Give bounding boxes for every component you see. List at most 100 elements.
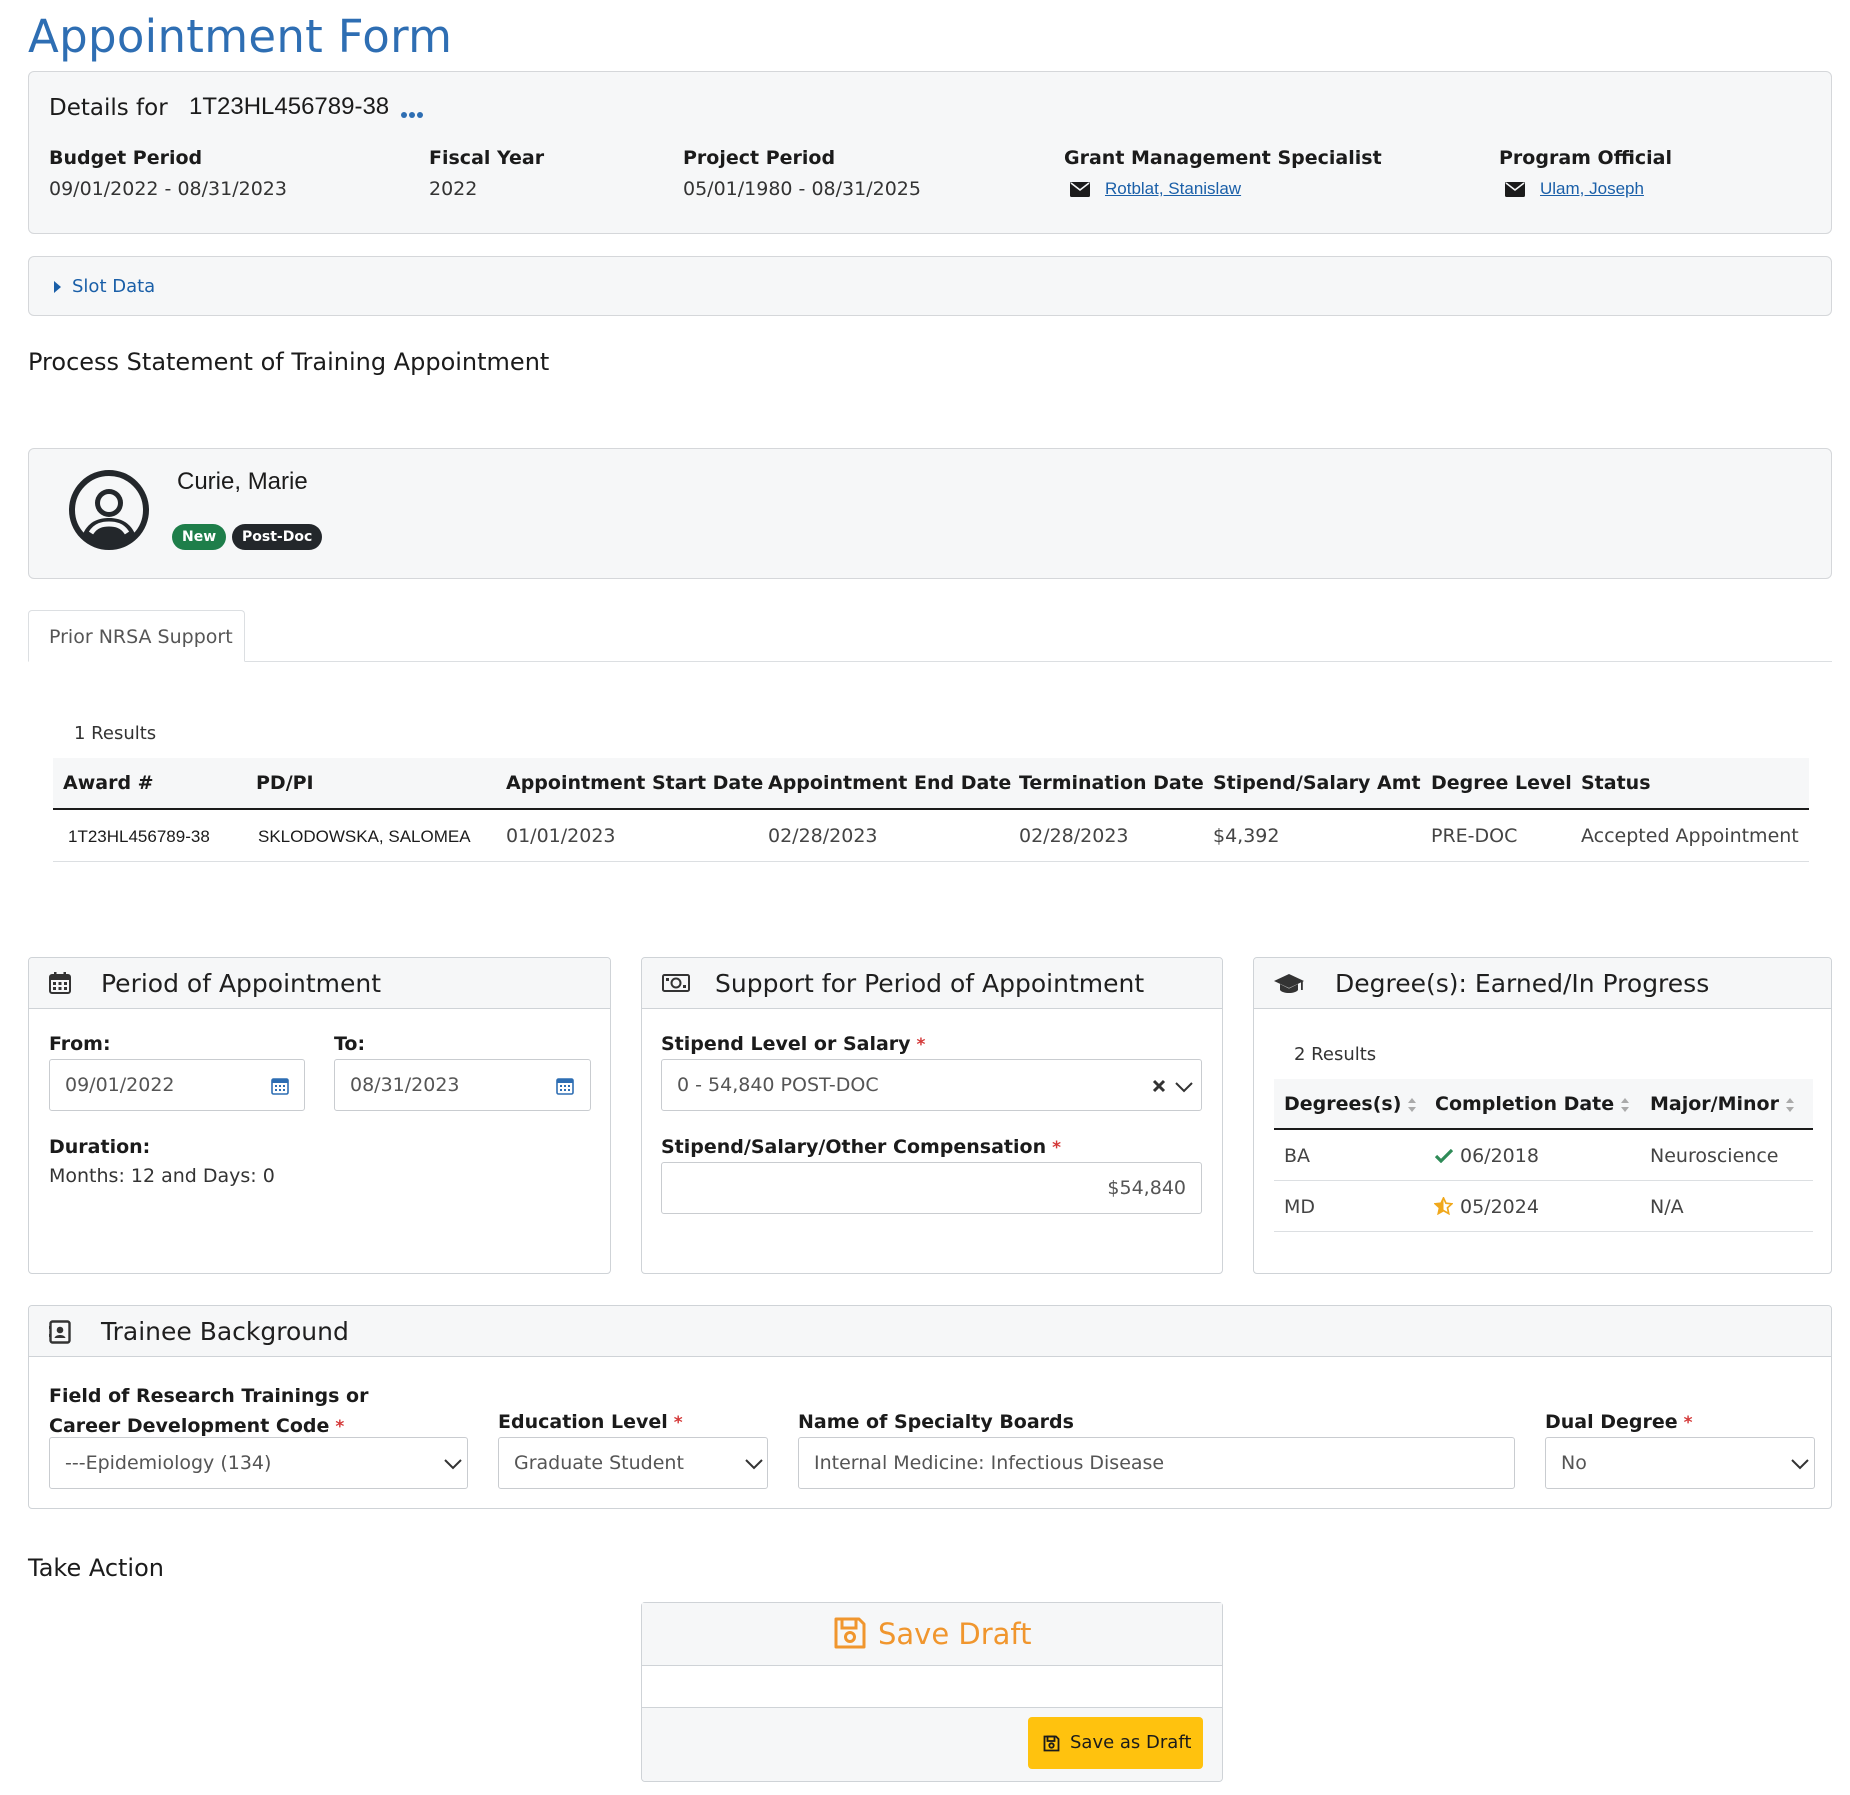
chevron-down-icon[interactable]	[745, 1457, 763, 1470]
gms-link[interactable]: Rotblat, Stanislaw	[1105, 179, 1241, 199]
table-row: MD 05/2024 N/A	[1274, 1181, 1813, 1232]
background-title: Trainee Background	[101, 1317, 349, 1346]
degrees-title: Degree(s): Earned/In Progress	[1335, 969, 1710, 998]
degrees-results-count: 2 Results	[1294, 1044, 1377, 1065]
from-date-value: 09/01/2022	[65, 1074, 175, 1096]
dual-degree-label: Dual Degree *	[1545, 1411, 1693, 1433]
envelope-icon	[1070, 182, 1090, 197]
clear-icon[interactable]	[1152, 1079, 1166, 1093]
check-icon	[1434, 1148, 1454, 1164]
slot-data-panel[interactable]: Slot Data	[28, 256, 1832, 316]
col-completion-date[interactable]: Completion Date	[1435, 1093, 1630, 1115]
cell-stipend: $4,392	[1213, 825, 1280, 847]
col-degree-level: Degree Level	[1431, 772, 1572, 794]
floppy-disk-icon	[833, 1616, 867, 1650]
col-award: Award #	[63, 772, 154, 794]
slot-data-toggle[interactable]: Slot Data	[72, 276, 155, 297]
compensation-label: Stipend/Salary/Other Compensation *	[661, 1136, 1062, 1158]
sort-icon	[1408, 1097, 1417, 1112]
cell-major: Neuroscience	[1650, 1145, 1779, 1167]
calendar-icon	[49, 972, 71, 994]
duration-label: Duration:	[49, 1136, 151, 1158]
program-official-link[interactable]: Ulam, Joseph	[1540, 179, 1644, 199]
to-label: To:	[334, 1033, 366, 1055]
compensation-input[interactable]: $54,840	[661, 1162, 1202, 1214]
cell-completion-date: 05/2024	[1460, 1196, 1539, 1218]
degrees-table: Degrees(s) Completion Date Major/Minor B…	[1274, 1079, 1813, 1232]
program-official-label: Program Official	[1499, 147, 1673, 169]
details-label: Details for	[49, 95, 168, 121]
save-draft-panel: Save Draft Save as Draft	[641, 1602, 1223, 1782]
project-period-label: Project Period	[683, 147, 836, 169]
from-label: From:	[49, 1033, 111, 1055]
take-action-heading: Take Action	[28, 1554, 164, 1582]
status-badge-postdoc: Post-Doc	[232, 524, 323, 550]
contact-card-icon	[49, 1320, 71, 1344]
grant-id: 1T23HL456789-38	[189, 93, 390, 120]
table-row: BA 06/2018 Neuroscience	[1274, 1130, 1813, 1181]
status-badge-new: New	[172, 524, 227, 550]
table-header: Degrees(s) Completion Date Major/Minor	[1274, 1079, 1813, 1130]
stipend-level-select[interactable]: 0 - 54,840 POST-DOC	[661, 1059, 1202, 1111]
cell-degree: MD	[1284, 1196, 1316, 1218]
specialty-boards-input[interactable]: Internal Medicine: Infectious Disease	[798, 1437, 1515, 1489]
cell-termination-date: 02/28/2023	[1019, 825, 1129, 847]
to-date-input[interactable]: 08/31/2023	[334, 1059, 591, 1111]
field-of-research-select[interactable]: ---Epidemiology (134)	[49, 1437, 468, 1489]
compensation-value: $54,840	[1107, 1177, 1186, 1199]
caret-right-icon	[54, 280, 62, 293]
chevron-down-icon[interactable]	[1175, 1080, 1193, 1093]
cell-start-date: 01/01/2023	[506, 825, 616, 847]
tab-label: Prior NRSA Support	[49, 626, 233, 648]
more-options-icon[interactable]	[401, 107, 425, 118]
col-major-minor[interactable]: Major/Minor	[1650, 1093, 1795, 1115]
degrees-card: Degree(s): Earned/In Progress 2 Results …	[1253, 957, 1832, 1274]
save-as-draft-label: Save as Draft	[1070, 1732, 1192, 1753]
education-level-select[interactable]: Graduate Student	[498, 1437, 768, 1489]
support-card: Support for Period of Appointment Stipen…	[641, 957, 1223, 1274]
process-heading: Process Statement of Training Appointmen…	[28, 348, 550, 376]
avatar	[69, 470, 149, 550]
sort-icon	[1785, 1097, 1794, 1112]
gms-label: Grant Management Specialist	[1064, 147, 1382, 169]
field-of-research-value: ---Epidemiology (134)	[65, 1452, 272, 1474]
project-period-value: 05/01/1980 - 08/31/2025	[683, 178, 921, 200]
budget-period-label: Budget Period	[49, 147, 203, 169]
specialty-boards-value: Internal Medicine: Infectious Disease	[814, 1452, 1165, 1474]
field-of-research-label: Field of Research Trainings or Career De…	[49, 1385, 369, 1437]
calendar-picker-icon[interactable]	[271, 1077, 289, 1095]
sort-icon	[1621, 1097, 1630, 1112]
fiscal-year-label: Fiscal Year	[429, 147, 545, 169]
dual-degree-select[interactable]: No	[1545, 1437, 1815, 1489]
col-degrees[interactable]: Degrees(s)	[1284, 1093, 1417, 1115]
table-row: 1T23HL456789-38 SKLODOWSKA, SALOMEA 01/0…	[53, 810, 1809, 862]
save-draft-title: Save Draft	[878, 1617, 1032, 1651]
stipend-level-label: Stipend Level or Salary *	[661, 1033, 926, 1055]
from-date-input[interactable]: 09/01/2022	[49, 1059, 305, 1111]
stipend-level-value: 0 - 54,840 POST-DOC	[677, 1074, 879, 1096]
star-half-icon	[1433, 1195, 1454, 1216]
chevron-down-icon[interactable]	[1791, 1457, 1809, 1470]
page-title: Appointment Form	[28, 10, 453, 63]
table-header: Award # PD/PI Appointment Start Date App…	[53, 758, 1809, 810]
budget-period-value: 09/01/2022 - 08/31/2023	[49, 178, 287, 200]
chevron-down-icon[interactable]	[444, 1457, 462, 1470]
save-as-draft-button[interactable]: Save as Draft	[1028, 1717, 1203, 1769]
floppy-disk-icon	[1043, 1735, 1060, 1752]
education-level-value: Graduate Student	[514, 1452, 684, 1474]
tab-bar	[28, 661, 1832, 662]
specialty-boards-label: Name of Specialty Boards	[798, 1411, 1074, 1433]
trainee-card: Curie, Marie New Post-Doc	[28, 448, 1832, 579]
save-draft-header: Save Draft	[642, 1603, 1222, 1666]
trainee-background-card: Trainee Background Field of Research Tra…	[28, 1305, 1832, 1509]
results-count: 1 Results	[74, 723, 157, 744]
cell-major: N/A	[1650, 1196, 1684, 1218]
tab-prior-nrsa-support[interactable]: Prior NRSA Support	[28, 610, 245, 662]
col-start-date: Appointment Start Date	[506, 772, 764, 794]
education-level-label: Education Level *	[498, 1411, 683, 1433]
col-termination-date: Termination Date	[1019, 772, 1204, 794]
money-bill-icon	[662, 974, 690, 992]
dual-degree-value: No	[1561, 1452, 1587, 1474]
cell-status: Accepted Appointment	[1581, 825, 1799, 847]
calendar-picker-icon[interactable]	[556, 1077, 574, 1095]
